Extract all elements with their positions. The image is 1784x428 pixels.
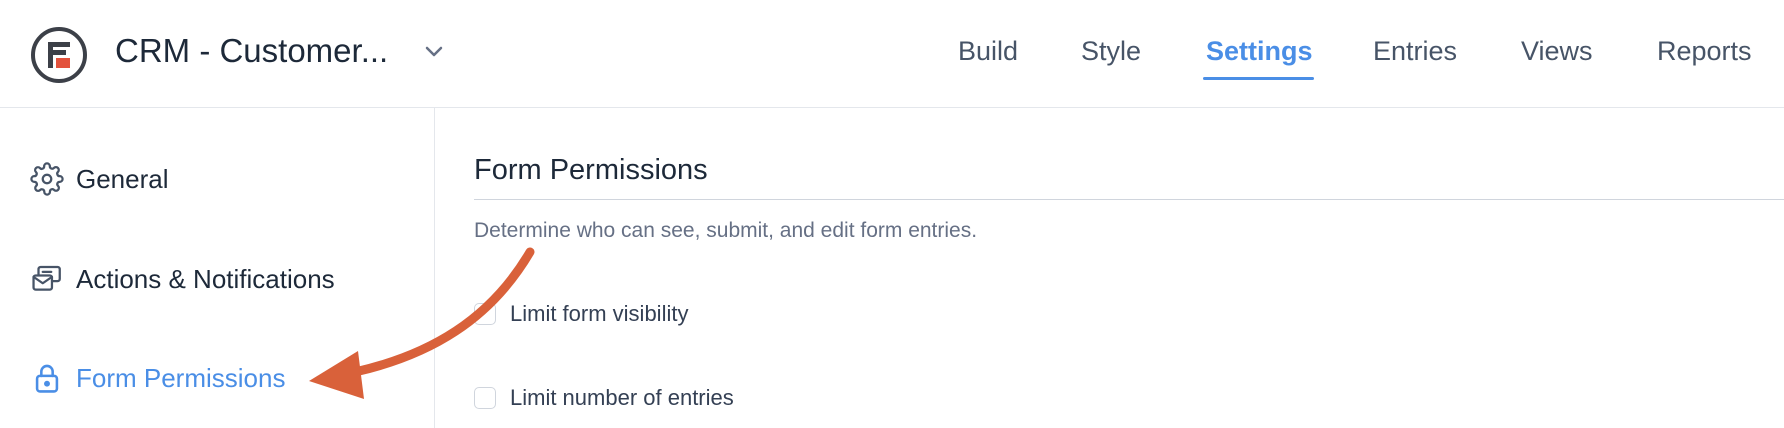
tab-settings[interactable]: Settings (1206, 32, 1313, 70)
sidebar-item-label: Actions & Notifications (76, 263, 335, 294)
active-tab-underline (1203, 77, 1314, 80)
sidebar-item-general[interactable]: General (30, 159, 169, 199)
sidebar-item-label: General (76, 163, 169, 194)
option-limit-form-visibility[interactable]: Limit form visibility (474, 299, 688, 329)
form-title[interactable]: CRM - Customer... (115, 28, 388, 74)
tab-reports[interactable]: Reports (1657, 32, 1752, 70)
settings-sidebar: General Actions & Notifications Form Per… (0, 108, 435, 428)
settings-main-panel: Form Permissions Determine who can see, … (435, 108, 1784, 428)
gear-icon (30, 162, 64, 196)
limit-entries-checkbox[interactable] (474, 387, 496, 409)
top-header: CRM - Customer... Build Style Settings E… (0, 0, 1784, 108)
option-label: Limit form visibility (510, 301, 689, 326)
tab-views[interactable]: Views (1521, 32, 1593, 70)
sidebar-item-label: Form Permissions (76, 362, 286, 393)
option-limit-number-of-entries[interactable]: Limit number of entries (474, 383, 734, 413)
section-divider (474, 199, 1784, 200)
limit-visibility-checkbox[interactable] (474, 303, 496, 325)
sidebar-item-actions-notifications[interactable]: Actions & Notifications (30, 259, 335, 299)
section-description: Determine who can see, submit, and edit … (474, 219, 978, 242)
chevron-down-icon[interactable] (420, 38, 448, 66)
formidable-logo-icon (31, 27, 87, 83)
option-label: Limit number of entries (510, 385, 734, 410)
lock-icon (30, 361, 64, 395)
actions-notifications-icon (30, 262, 64, 296)
tab-entries[interactable]: Entries (1373, 32, 1457, 70)
tab-build[interactable]: Build (958, 32, 1018, 70)
tab-style[interactable]: Style (1081, 32, 1141, 70)
sidebar-item-form-permissions[interactable]: Form Permissions (30, 358, 285, 398)
app-window: CRM - Customer... Build Style Settings E… (0, 0, 1784, 428)
section-title: Form Permissions (474, 154, 708, 186)
